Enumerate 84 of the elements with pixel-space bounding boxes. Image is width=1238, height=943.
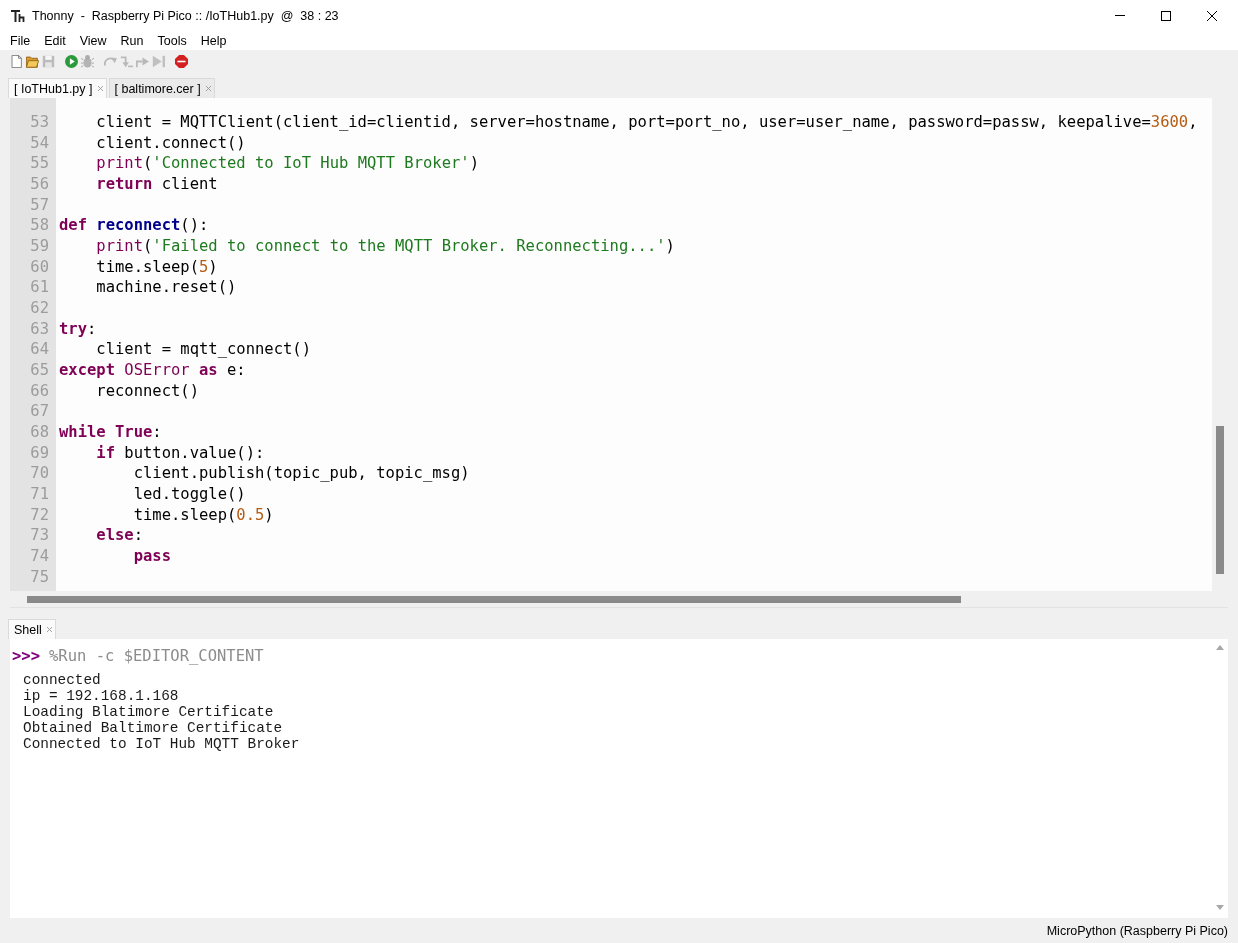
line-number: 53 [30,113,49,131]
shell-output-line: ip = 192.168.1.168 [23,688,179,704]
menu-item[interactable]: Tools [150,31,194,50]
line-number: 66 [30,381,49,400]
stop-button[interactable] [173,52,189,70]
maximize-icon [1161,10,1171,21]
code-line: pass [133,547,171,566]
code-line: reconnect() [96,381,199,400]
menu-item[interactable]: Edit [37,31,73,50]
play-bar-icon [151,54,165,68]
line-number: 58 [30,216,49,235]
bug-icon [80,54,94,68]
code-line: else: [96,526,143,545]
line-number: 60 [30,257,49,276]
menu-item[interactable]: Run [113,31,151,50]
line-number: 62 [30,299,49,318]
code-editor-area[interactable] [56,98,1212,591]
scrollbar-thumb[interactable] [1216,426,1224,574]
line-number: 70 [30,464,49,483]
line-number: 59 [30,237,49,256]
line-number: 55 [30,154,49,173]
code-line: client.connect() [96,133,246,152]
code-line: client = mqtt_connect() [96,340,311,359]
shell-output-line: Obtained Baltimore Certificate [23,720,283,736]
folder-icon [25,54,39,68]
shell-output-line: Loading Blatimore Certificate [23,704,274,720]
line-number: 64 [30,340,49,359]
line-number: 61 [30,278,49,297]
code-line: def reconnect(): [59,216,209,235]
shell-command: %Run -c $EDITOR_CONTENT [49,647,264,665]
scrollbar-thumb[interactable] [27,595,961,603]
line-number: 69 [30,443,49,462]
menu-item[interactable]: File [3,31,38,50]
code-line: client = MQTTClient(client_id=clientid, server=hostname, port=port_no, user=user_name, password=passw, keepalive=3600, [96,113,1198,131]
new-file-button[interactable] [8,52,24,70]
code-line: time.sleep(5) [96,257,218,276]
menu-item[interactable]: View [72,31,114,50]
line-number: 54 [30,133,49,152]
code-line: print('Failed to connect to the MQTT Broker. Reconnecting...') [96,237,675,256]
editor-tab[interactable]: [ IoTHub1.py ] [8,78,107,98]
menu-item[interactable]: Help [193,31,234,50]
line-number: 67 [30,402,49,421]
line-number: 57 [30,195,49,214]
shell-console[interactable]: >>> %Run -c $EDITOR_CONTENT connected ip = 192.168.1.168 Loading Blatimore Certificate Obtained Baltimore Certificate Connected to IoT Hub MQTT Broker [10,639,1228,918]
close-icon[interactable] [97,86,103,91]
line-number: 71 [30,485,49,504]
code-line: if button.value(): [96,443,265,462]
caret-up-icon[interactable] [1216,645,1224,650]
page-icon [9,54,23,68]
code-line: print('Connected to IoT Hub MQTT Broker') [96,154,479,173]
window-title: Thonny - Raspberry Pi Pico :: /IoTHub1.py @ 38 : 23 [32,8,339,23]
code-line: while True: [59,423,162,442]
shell-output-line: connected [23,672,101,688]
code-line: return client [96,175,218,193]
line-number: 74 [30,547,49,566]
shell-output-line: Connected to IoT Hub MQTT Broker [23,736,300,752]
code-line: client.publish(topic_pub, topic_msg) [133,464,470,483]
editor-tab[interactable]: [ baltimore.cer ] [108,78,215,98]
line-number: 68 [30,423,49,442]
code-line: machine.reset() [96,278,237,297]
code-line: led.toggle() [133,485,246,504]
stop-sign-icon [174,54,188,68]
code-line: try: [59,319,97,338]
play-icon [64,54,78,68]
line-number: 65 [30,361,49,380]
line-number: 72 [30,505,49,524]
caret-down-icon[interactable] [1216,905,1224,910]
line-number: 73 [30,526,49,545]
run-button[interactable] [63,52,79,70]
code-line: except OSError as e: [59,361,246,380]
close-icon [1207,10,1217,21]
down-arrow-icon [119,54,133,68]
close-icon[interactable] [46,627,52,632]
shell-tab[interactable]: Shell [8,619,56,639]
interpreter-label[interactable]: MicroPython (Raspberry Pi Pico) [1046,923,1228,938]
line-number: 63 [30,319,49,338]
close-icon[interactable] [205,86,211,91]
code-line: time.sleep(0.5) [133,505,274,524]
logo-icon [11,8,26,23]
line-number: 75 [30,567,49,586]
line-number: 56 [30,175,49,193]
shell-prompt: >>> [12,647,40,665]
minimize-icon [1115,15,1125,16]
curved-arrow-icon [103,54,117,68]
